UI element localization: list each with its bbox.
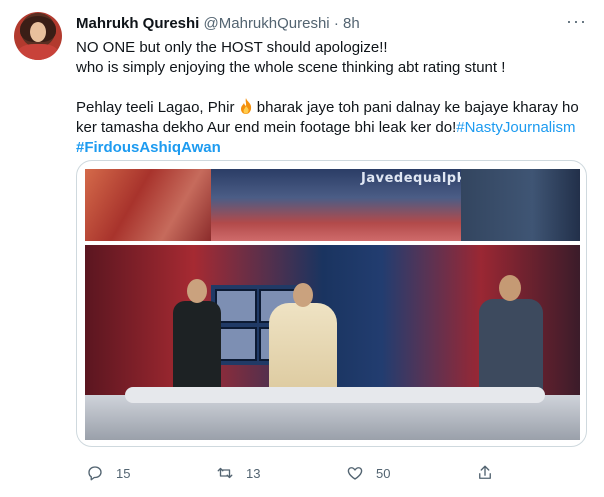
- hashtag-firdous-ashiq-awan[interactable]: #FirdousAshiqAwan: [76, 139, 221, 156]
- reply-icon: [88, 466, 102, 481]
- avatar[interactable]: [14, 12, 62, 60]
- retweet-button[interactable]: 13: [216, 462, 260, 484]
- tweet-header: Mahrukh Qureshi @MahrukhQureshi · 8h: [76, 15, 360, 33]
- author-handle[interactable]: @MahrukhQureshi: [204, 15, 330, 32]
- tweet-text-line-2: who is simply enjoying the whole scene t…: [76, 59, 506, 76]
- tweet-timestamp[interactable]: 8h: [343, 15, 360, 32]
- tweet-text-line-3-start: Pehlay teeli Lagao, Phir: [76, 99, 235, 116]
- tweet-text-line-1: NO ONE but only the HOST should apologiz…: [76, 39, 388, 56]
- tweet-text-line-3-end: bharak jaye toh pani dalnay ke bajaye kh…: [256, 99, 579, 116]
- like-count: 50: [376, 465, 391, 481]
- tweet-media-image[interactable]: Javedequalpk: [76, 160, 587, 447]
- separator-dot: ·: [333, 15, 339, 32]
- share-button[interactable]: [476, 462, 506, 484]
- tweet-actions: 15 13 50: [76, 462, 591, 484]
- more-options-icon[interactable]: ···: [566, 12, 586, 34]
- heart-icon: [347, 467, 363, 480]
- retweet-icon: [217, 467, 233, 479]
- tweet-text-line-4: ker tamasha dekho Aur end mein footage b…: [76, 118, 591, 138]
- media-watermark: Javedequalpk: [361, 171, 466, 186]
- like-button[interactable]: 50: [346, 462, 390, 484]
- reply-count: 15: [116, 465, 131, 481]
- tweet-text-line-5: #FirdousAshiqAwan: [76, 138, 591, 158]
- tweet-card[interactable]: Mahrukh Qureshi @MahrukhQureshi · 8h ···…: [0, 0, 604, 497]
- reply-button[interactable]: 15: [86, 462, 130, 484]
- media-top-frame: Javedequalpk: [85, 169, 580, 241]
- hashtag-nasty-journalism[interactable]: #NastyJournalism: [456, 119, 575, 136]
- retweet-count: 13: [246, 465, 261, 481]
- share-icon: [479, 465, 491, 479]
- tweet-text-line-4-start: ker tamasha dekho Aur end mein footage b…: [76, 119, 457, 136]
- tweet-text: NO ONE but only the HOST should apologiz…: [76, 38, 591, 158]
- tweet-text-line-3: Pehlay teeli Lagao, Phir bharak jaye toh…: [76, 98, 591, 118]
- author-name[interactable]: Mahrukh Qureshi: [76, 15, 199, 32]
- fire-emoji-icon: [240, 98, 251, 114]
- media-bottom-frame: [85, 245, 580, 440]
